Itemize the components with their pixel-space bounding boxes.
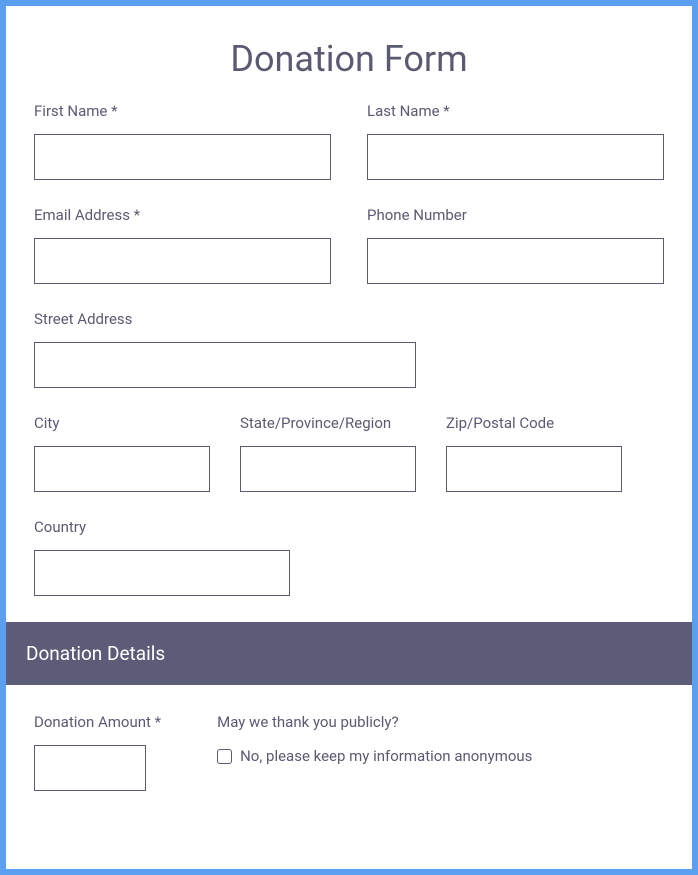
zip-input[interactable]	[446, 446, 622, 492]
state-label: State/Province/Region	[240, 414, 416, 432]
country-label: Country	[34, 518, 290, 536]
country-input[interactable]	[34, 550, 290, 596]
form-title: Donation Form	[6, 6, 692, 102]
anonymous-checkbox[interactable]	[217, 749, 232, 764]
donation-details-header: Donation Details	[6, 622, 692, 685]
anonymous-option[interactable]: No, please keep my information anonymous	[217, 747, 532, 765]
email-label: Email Address *	[34, 206, 331, 224]
details-body: Donation Amount * May we thank you publi…	[6, 685, 692, 791]
form-body: First Name * Last Name * Email Address *…	[6, 102, 692, 596]
email-field: Email Address *	[34, 206, 331, 284]
first-name-label: First Name *	[34, 102, 331, 120]
state-input[interactable]	[240, 446, 416, 492]
donation-amount-input[interactable]	[34, 745, 146, 791]
phone-label: Phone Number	[367, 206, 664, 224]
country-field: Country	[34, 518, 290, 596]
city-label: City	[34, 414, 210, 432]
donation-amount-field: Donation Amount *	[34, 713, 161, 791]
zip-label: Zip/Postal Code	[446, 414, 622, 432]
state-field: State/Province/Region	[240, 414, 416, 492]
city-input[interactable]	[34, 446, 210, 492]
street-input[interactable]	[34, 342, 416, 388]
street-label: Street Address	[34, 310, 416, 328]
last-name-input[interactable]	[367, 134, 664, 180]
donation-amount-label: Donation Amount *	[34, 713, 161, 731]
anonymous-label: No, please keep my information anonymous	[240, 747, 532, 765]
last-name-label: Last Name *	[367, 102, 664, 120]
first-name-field: First Name *	[34, 102, 331, 180]
phone-input[interactable]	[367, 238, 664, 284]
first-name-input[interactable]	[34, 134, 331, 180]
street-field: Street Address	[34, 310, 416, 388]
zip-field: Zip/Postal Code	[446, 414, 622, 492]
thank-you-field: May we thank you publicly? No, please ke…	[217, 713, 532, 765]
last-name-field: Last Name *	[367, 102, 664, 180]
thank-you-label: May we thank you publicly?	[217, 713, 532, 731]
phone-field: Phone Number	[367, 206, 664, 284]
email-input[interactable]	[34, 238, 331, 284]
city-field: City	[34, 414, 210, 492]
